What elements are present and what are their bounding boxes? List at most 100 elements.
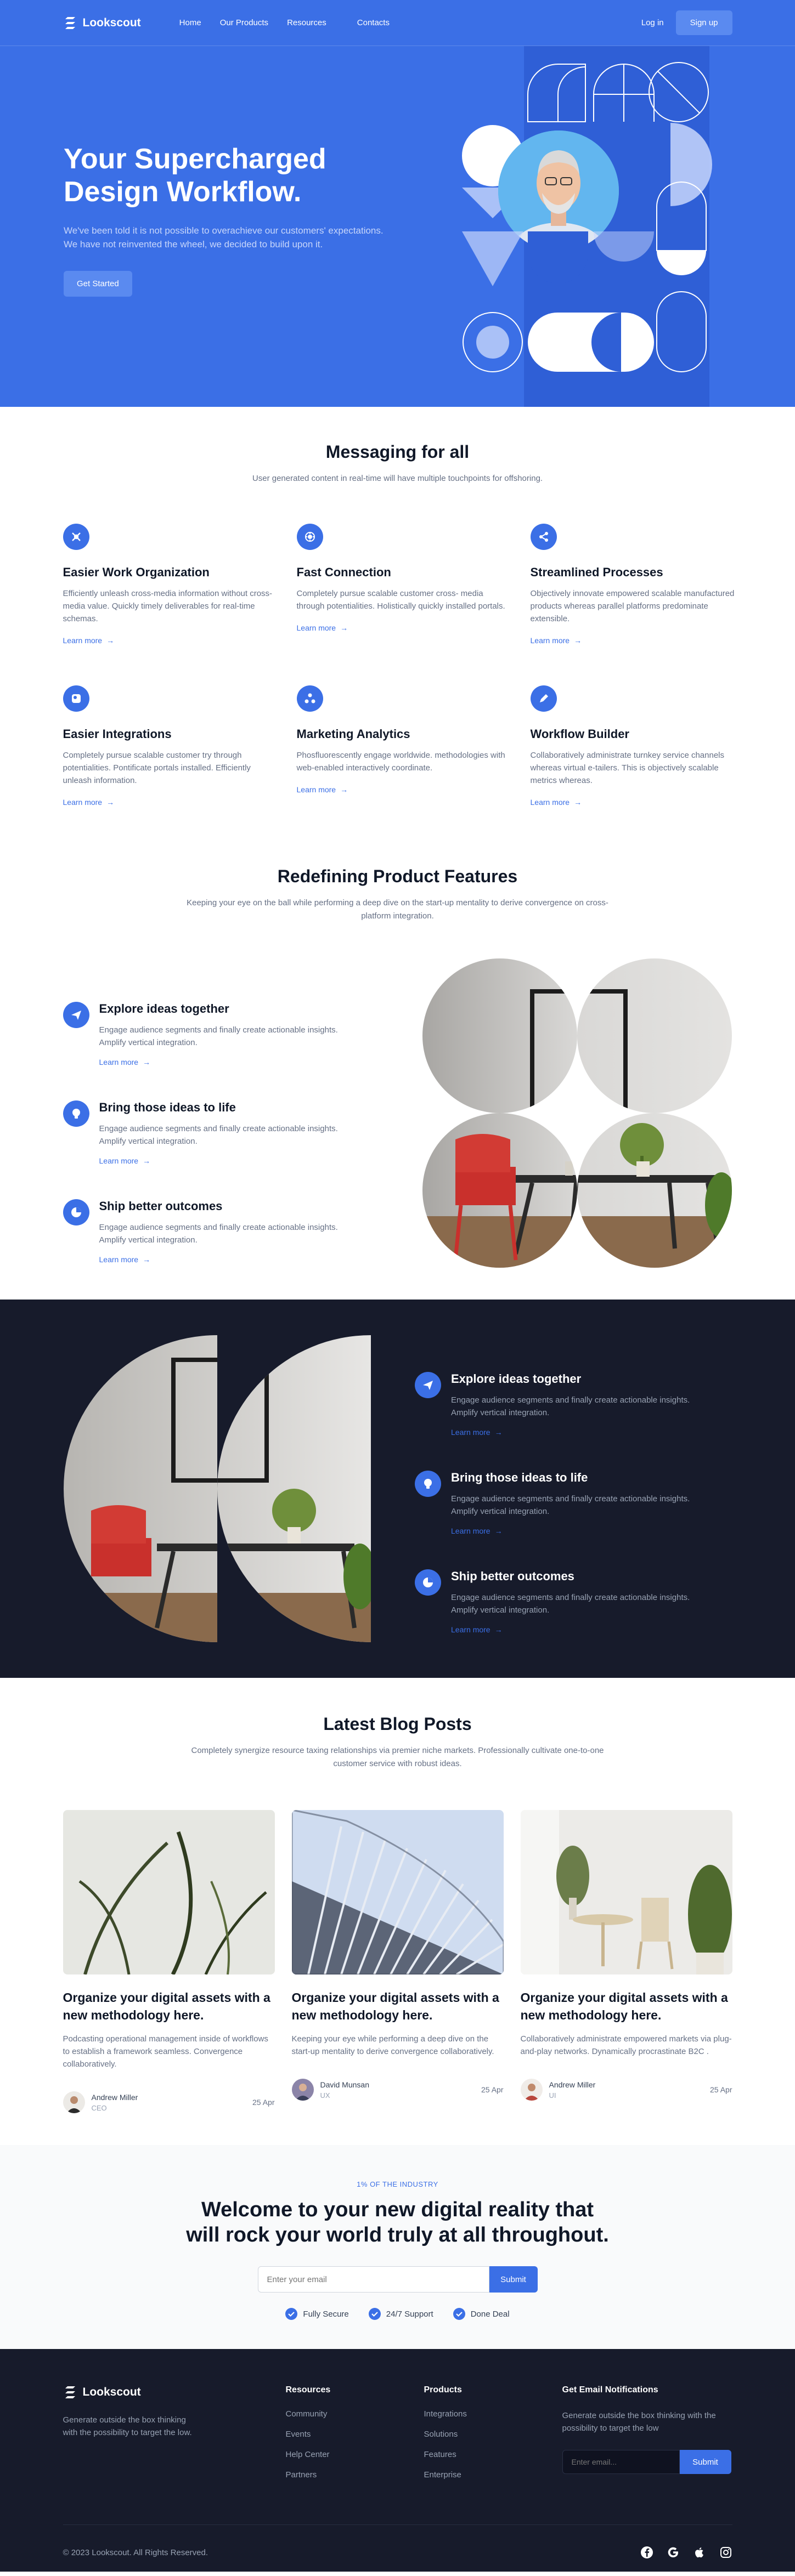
author-role: UX: [320, 2091, 330, 2100]
feature-title: Easier Integrations: [63, 727, 172, 741]
paper-plane-icon: [415, 1372, 441, 1398]
google-icon[interactable]: [667, 2546, 680, 2559]
blog-image-interior: [520, 1810, 732, 1974]
footer-logo[interactable]: Lookscout: [63, 2385, 286, 2399]
learn-more-link[interactable]: Learn more →: [451, 1527, 503, 1535]
hero-section: Lookscout Home Our Products Resources Co…: [0, 0, 795, 407]
blog-card[interactable]: Organize your digital assets with a new …: [520, 1810, 732, 2113]
hero-text: We've been told it is not possible to ov…: [64, 225, 384, 249]
signup-button[interactable]: Sign up: [675, 10, 732, 35]
feature-text: Completely pursue scalable customer try …: [63, 751, 251, 785]
login-link[interactable]: Log in: [641, 18, 664, 27]
footer-submit-button[interactable]: Submit: [679, 2450, 731, 2474]
feature-title: Streamlined Processes: [530, 565, 663, 579]
instagram-icon[interactable]: [719, 2546, 732, 2559]
learn-more-link[interactable]: Learn more →: [99, 1156, 151, 1165]
footer-column-products: Products Integrations Solutions Features…: [424, 2385, 562, 2490]
arrow-right-icon: →: [494, 1527, 503, 1535]
cta-features: Fully Secure 24/7 Support Done Deal: [0, 2308, 795, 2320]
post-date: 25 Apr: [481, 2085, 504, 2094]
feature-text: Objectively innovate empowered scalable …: [530, 589, 735, 623]
footer-brand: Lookscout Generate outside the box think…: [63, 2385, 286, 2490]
footer-email-input[interactable]: [562, 2450, 680, 2474]
feature-card: Easier Integrations Completely pursue sc…: [63, 685, 277, 808]
blog-card[interactable]: Organize your digital assets with a new …: [63, 1810, 275, 2113]
feature-grid: Easier Work Organization Efficiently unl…: [63, 524, 734, 808]
blog-post-title: Organize your digital assets with a new …: [63, 1990, 270, 2022]
learn-more-link[interactable]: Learn more →: [99, 1058, 151, 1066]
nav-resources[interactable]: Resources: [287, 18, 326, 27]
pie-chart-icon: [415, 1569, 441, 1596]
footer-link[interactable]: Community: [286, 2409, 424, 2419]
post-date: 25 Apr: [710, 2085, 732, 2094]
footer-link[interactable]: Help Center: [286, 2450, 424, 2459]
apple-icon[interactable]: [693, 2546, 706, 2559]
check-item: Fully Secure: [285, 2308, 349, 2320]
analytics-icon: [296, 685, 323, 712]
avatar: [520, 2079, 543, 2101]
product-features-section: Redefining Product Features Keeping your…: [0, 817, 795, 1300]
submit-button[interactable]: Submit: [489, 2266, 538, 2293]
product-feature: Explore ideas together Engage audience se…: [63, 1002, 370, 1068]
feature-card: Easier Work Organization Efficiently unl…: [63, 524, 277, 646]
check-circle-icon: [453, 2308, 465, 2320]
blog-title: Latest Blog Posts: [323, 1714, 472, 1734]
feature-text: Phosfluorescently engage worldwide. meth…: [296, 751, 505, 773]
footer-link[interactable]: Events: [286, 2430, 424, 2439]
product-feature-title: Ship better outcomes: [99, 1199, 223, 1213]
nav-contacts[interactable]: Contacts: [357, 18, 390, 27]
product-feature-text: Engage audience segments and finally cre…: [451, 1494, 690, 1516]
footer-link[interactable]: Integrations: [424, 2409, 562, 2419]
learn-more-link[interactable]: Learn more →: [531, 798, 582, 807]
blog-subtitle: Completely synergize resource taxing rel…: [191, 1746, 604, 1768]
blog-image-plant: [63, 1810, 275, 1974]
social-links: [640, 2546, 732, 2559]
product-feature-text: Engage audience segments and finally cre…: [99, 1124, 338, 1146]
learn-more-link[interactable]: Learn more →: [451, 1428, 503, 1437]
author: Andrew Miller UI 25 Apr: [520, 2079, 732, 2101]
check-item: 24/7 Support: [368, 2308, 433, 2320]
footer-link[interactable]: Features: [424, 2450, 562, 2459]
learn-more-link[interactable]: Learn more →: [531, 636, 582, 645]
learn-more-link[interactable]: Learn more →: [63, 798, 115, 807]
check-circle-icon: [285, 2308, 298, 2320]
page: Lookscout Home Our Products Resources Co…: [0, 0, 795, 2576]
get-started-button[interactable]: Get Started: [64, 271, 132, 297]
interior-photo-collage: [422, 958, 732, 1268]
learn-more-link[interactable]: Learn more →: [451, 1625, 503, 1634]
check-item: Done Deal: [453, 2308, 510, 2320]
footer: Lookscout Generate outside the box think…: [0, 2349, 795, 2572]
dark-features-section: Explore ideas together Engage audience se…: [0, 1300, 795, 1678]
facebook-icon[interactable]: [640, 2546, 653, 2559]
footer-link[interactable]: Solutions: [424, 2430, 562, 2439]
product-feature-title: Explore ideas together: [99, 1002, 229, 1015]
learn-more-link[interactable]: Learn more →: [99, 1255, 151, 1264]
feature-title: Fast Connection: [296, 565, 391, 579]
blog-post-text: Keeping your eye while performing a deep…: [291, 2034, 494, 2056]
blog-post-text: Collaboratively administrate empowered m…: [520, 2034, 732, 2056]
feature-card: Workflow Builder Collaboratively adminis…: [530, 685, 745, 808]
learn-more-link[interactable]: Learn more →: [63, 636, 115, 645]
footer-link[interactable]: Enterprise: [424, 2470, 562, 2479]
connection-icon: [296, 524, 323, 550]
feature-title: Workflow Builder: [530, 727, 630, 741]
author: Andrew Miller CEO 25 Apr: [63, 2091, 275, 2113]
blog-post-text: Podcasting operational management inside…: [63, 2034, 268, 2069]
feature-text: Completely pursue scalable customer cros…: [296, 589, 505, 611]
feature-text: Collaboratively administrate turnkey ser…: [530, 751, 725, 785]
footer-newsletter: Get Email Notifications Generate outside…: [562, 2385, 732, 2490]
product-feature-text: Engage audience segments and finally cre…: [99, 1223, 338, 1245]
subscribe-form: Submit: [0, 2266, 795, 2293]
email-input[interactable]: [257, 2266, 489, 2293]
brand-logo[interactable]: Lookscout: [63, 16, 141, 30]
learn-more-link[interactable]: Learn more →: [297, 623, 348, 632]
learn-more-link[interactable]: Learn more →: [297, 785, 348, 794]
product-feature-text: Engage audience segments and finally cre…: [99, 1025, 338, 1047]
hero-geometric-illustration: [462, 62, 712, 372]
nav-our-products[interactable]: Our Products: [220, 18, 268, 27]
blog-card[interactable]: Organize your digital assets with a new …: [291, 1810, 504, 2113]
product-feature-title: Ship better outcomes: [451, 1569, 574, 1583]
nav-home[interactable]: Home: [179, 18, 201, 27]
product-feature: Bring those ideas to life Engage audience…: [415, 1471, 722, 1536]
footer-link[interactable]: Partners: [286, 2470, 424, 2479]
